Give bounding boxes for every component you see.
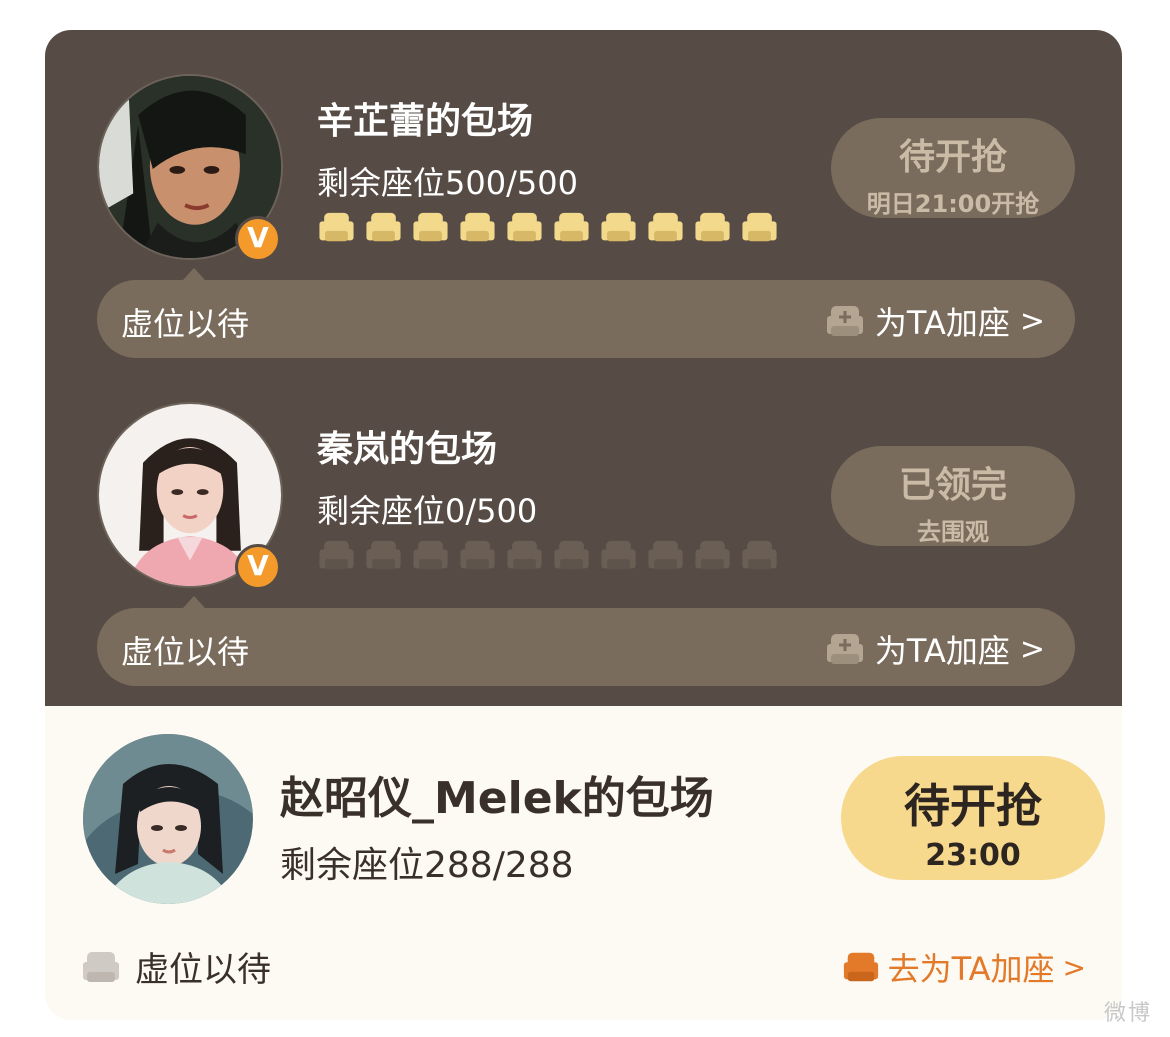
highlight-entry[interactable]: 赵昭仪_Melek的包场 剩余座位288/288 待开抢 23:00 虚位以待 … — [45, 706, 1122, 1020]
waiting-row: 虚位以待 — [81, 942, 271, 991]
verified-v-badge-icon: V — [235, 216, 281, 262]
status-sub-label: 23:00 — [925, 838, 1021, 873]
chevron-right-icon: > — [1062, 950, 1086, 984]
seat-filled-icon — [648, 212, 683, 242]
seat-empty-icon — [366, 540, 401, 570]
seat-filled-icon — [366, 212, 401, 242]
seat-empty-icon — [601, 540, 636, 570]
chevron-right-icon: > — [1019, 303, 1045, 339]
seat-filled-icon — [554, 212, 589, 242]
seat-filled-icon — [742, 212, 777, 242]
status-button[interactable]: 待开抢 明日21:00开抢 — [831, 118, 1075, 218]
seat-empty-icon — [648, 540, 683, 570]
bubble-pointer — [183, 268, 205, 280]
waiting-bar[interactable]: 虚位以待 为TA加座 > — [97, 280, 1075, 358]
booking-title: 辛芷蕾的包场 — [317, 101, 534, 142]
seat-empty-icon — [554, 540, 589, 570]
chevron-right-icon: > — [1019, 631, 1045, 667]
seat-empty-icon — [695, 540, 730, 570]
remaining-seats-text: 剩余座位288/288 — [280, 845, 574, 886]
seat-filled-icon — [460, 212, 495, 242]
status-main-label: 待开抢 — [904, 779, 1042, 833]
seat-filled-icon — [695, 212, 730, 242]
seat-empty-icon — [460, 540, 495, 570]
remaining-seats-text: 剩余座位0/500 — [317, 492, 538, 530]
add-seat-icon — [826, 634, 863, 664]
seat-filled-icon — [507, 212, 542, 242]
waiting-label: 虚位以待 — [121, 305, 250, 343]
remaining-seats-text: 剩余座位500/500 — [317, 164, 578, 202]
seat-empty-icon — [742, 540, 777, 570]
seat-empty-icon — [413, 540, 448, 570]
add-seat-link[interactable]: 为TA加座 > — [825, 626, 1045, 672]
add-seat-label: 去为TA加座 — [887, 950, 1055, 988]
bubble-pointer — [183, 596, 205, 608]
seat-empty-icon — [319, 540, 354, 570]
seat-row — [317, 538, 779, 574]
waiting-bar[interactable]: 虚位以待 为TA加座 > — [97, 608, 1075, 686]
status-button[interactable]: 待开抢 23:00 — [841, 756, 1105, 880]
seat-row — [317, 210, 779, 246]
add-seat-link[interactable]: 去为TA加座 > — [842, 944, 1086, 990]
waiting-label: 虚位以待 — [121, 633, 250, 671]
status-sub-label: 明日21:00开抢 — [866, 190, 1040, 218]
status-sub-label: 去围观 — [917, 518, 989, 546]
add-seat-label: 为TA加座 — [874, 304, 1010, 342]
seat-empty-icon — [507, 540, 542, 570]
sofa-seat-icon — [83, 951, 119, 982]
verified-v-badge-icon: V — [235, 544, 281, 590]
booking-title: 赵昭仪_Melek的包场 — [280, 773, 714, 824]
fan-booking-card: V 辛芷蕾的包场 剩余座位500/500 待开抢 明日21:00开抢 虚位以待 — [45, 30, 1122, 1020]
add-seat-icon — [826, 306, 863, 336]
booking-entry[interactable]: V 辛芷蕾的包场 剩余座位500/500 待开抢 明日21:00开抢 虚位以待 — [45, 30, 1122, 358]
person-avatar-icon[interactable] — [83, 734, 253, 904]
add-seat-icon — [843, 952, 878, 982]
waiting-label: 虚位以待 — [135, 950, 271, 990]
watermark: 微博 — [1103, 1001, 1152, 1026]
seat-filled-icon — [413, 212, 448, 242]
booking-title: 秦岚的包场 — [317, 429, 498, 470]
seat-filled-icon — [601, 212, 636, 242]
status-main-label: 已领完 — [898, 465, 1007, 506]
add-seat-link[interactable]: 为TA加座 > — [825, 298, 1045, 344]
seat-filled-icon — [319, 212, 354, 242]
dark-panel: V 辛芷蕾的包场 剩余座位500/500 待开抢 明日21:00开抢 虚位以待 — [45, 30, 1122, 706]
booking-entry[interactable]: V 秦岚的包场 剩余座位0/500 已领完 去围观 虚位以待 为TA加座 > — [45, 358, 1122, 686]
status-main-label: 待开抢 — [898, 137, 1007, 178]
status-button[interactable]: 已领完 去围观 — [831, 446, 1075, 546]
add-seat-label: 为TA加座 — [874, 632, 1010, 670]
